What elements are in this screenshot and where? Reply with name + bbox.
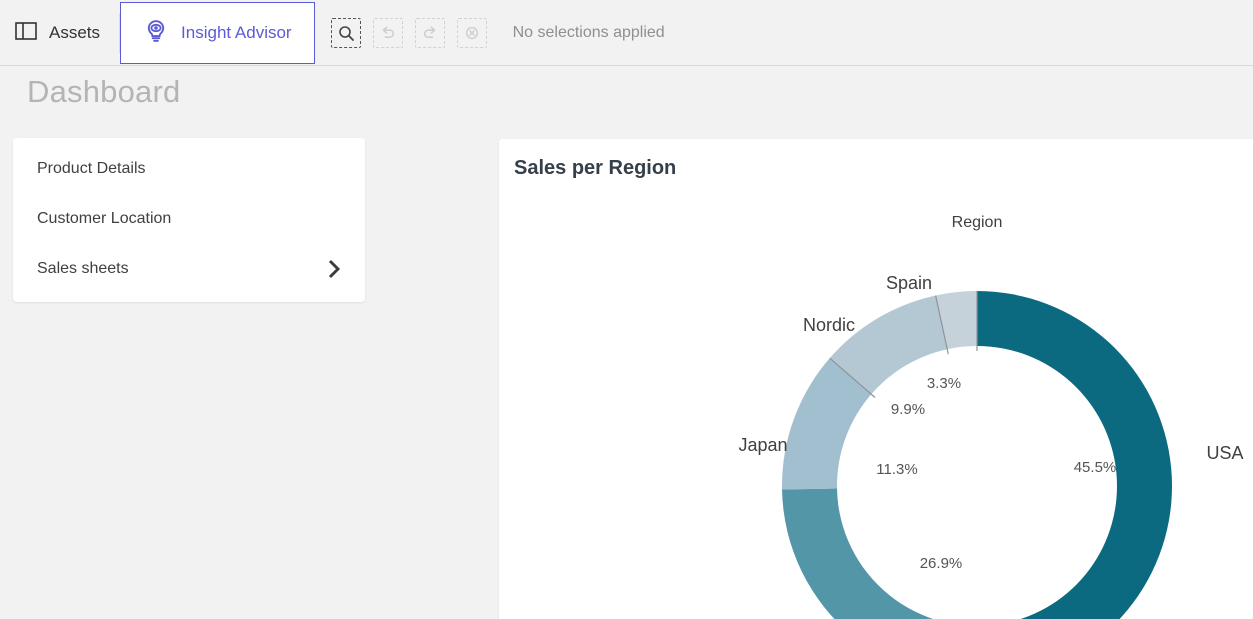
panel-layout-icon xyxy=(15,21,37,46)
undo-arrow-icon xyxy=(379,24,397,42)
donut-slice[interactable] xyxy=(782,488,1014,619)
tab-insight-advisor[interactable]: Insight Advisor xyxy=(120,2,315,64)
donut-chart[interactable]: 45.5% 26.9% 11.3% 9.9%3.3% USA Japan Nordic Spa… xyxy=(499,139,1253,619)
slice-name-label: Japan xyxy=(738,435,787,455)
slice-percent-label: 45.5% xyxy=(1074,459,1117,476)
donut-slice[interactable] xyxy=(977,291,1172,619)
selections-status-text: No selections applied xyxy=(513,24,665,42)
step-back-button[interactable] xyxy=(373,18,403,48)
list-item-label: Sales sheets xyxy=(37,260,129,278)
tab-assets-label: Assets xyxy=(49,23,100,43)
redo-arrow-icon xyxy=(421,24,439,42)
chart-card: Sales per Region 45.5%26.9%11.3%9.9%3.3%… xyxy=(499,139,1253,619)
slice-name-label: Spain xyxy=(886,273,932,293)
tab-insight-advisor-label: Insight Advisor xyxy=(181,23,292,43)
list-item-label: Customer Location xyxy=(37,210,171,228)
chevron-right-icon[interactable] xyxy=(327,258,343,280)
top-toolbar: Assets Insight Advisor xyxy=(0,0,1253,66)
dimension-title: Region xyxy=(952,214,1003,231)
selections-tool-button[interactable] xyxy=(331,18,361,48)
clear-circle-icon xyxy=(463,24,481,42)
sheet-list-card: Product Details Customer Location Sales … xyxy=(13,138,365,302)
clear-selections-button[interactable] xyxy=(457,18,487,48)
list-item[interactable]: Customer Location xyxy=(13,194,365,244)
step-forward-button[interactable] xyxy=(415,18,445,48)
slice-percent-label: 26.9% xyxy=(920,555,963,572)
list-item[interactable]: Product Details xyxy=(13,144,365,194)
page-title: Dashboard xyxy=(27,74,180,110)
slice-percent-label: 3.3% xyxy=(927,375,961,392)
list-item-label: Product Details xyxy=(37,160,146,178)
lightbulb-eye-icon xyxy=(143,18,169,49)
tab-assets[interactable]: Assets xyxy=(0,0,119,66)
slice-percent-label: 11.3% xyxy=(876,461,917,478)
slice-percent-label: 9.9% xyxy=(891,401,925,418)
magnifier-icon xyxy=(337,24,355,42)
slice-name-label: USA xyxy=(1206,443,1243,463)
list-item[interactable]: Sales sheets xyxy=(13,244,365,294)
slice-name-label: Nordic xyxy=(803,315,855,335)
toolbar-action-group: No selections applied xyxy=(315,0,665,65)
